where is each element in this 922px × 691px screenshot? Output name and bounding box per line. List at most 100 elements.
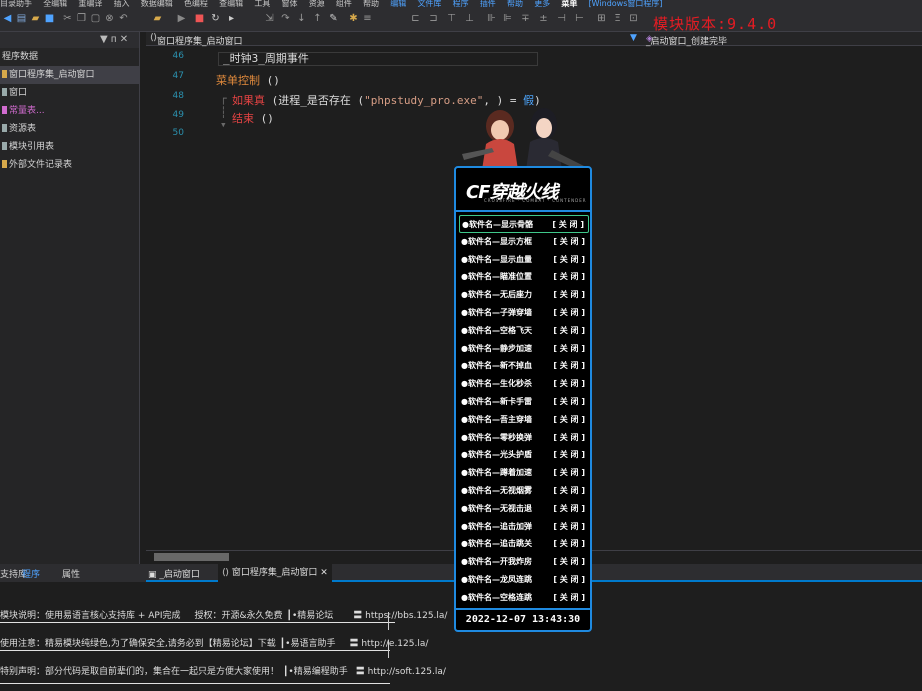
open-folder-icon[interactable]: ▰: [30, 13, 41, 24]
feature-toggle[interactable]: [ 关 闭 ]: [553, 357, 585, 375]
distribute-v-icon[interactable]: ⊫: [502, 13, 513, 24]
feature-toggle[interactable]: [ 关 闭 ]: [553, 286, 585, 304]
feature-toggle[interactable]: [ 关 闭 ]: [553, 233, 585, 251]
tree-item-window-assembly[interactable]: 窗口程序集_启动窗口: [0, 66, 139, 84]
output-link[interactable]: 〓 https://bbs.125.la/: [353, 611, 447, 621]
tab-properties[interactable]: 属性: [62, 567, 80, 580]
step-out-icon[interactable]: ↓: [296, 13, 307, 24]
align-top-icon[interactable]: ⊤: [446, 13, 457, 24]
feature-toggle[interactable]: [ 关 闭 ]: [553, 535, 585, 553]
undo-icon[interactable]: ↶: [118, 13, 129, 24]
feature-toggle[interactable]: [ 关 闭 ]: [553, 571, 585, 589]
menu-item[interactable]: 数据编辑: [141, 0, 173, 8]
feature-item[interactable]: ●软件名—吾主穿墙 [ 关 闭 ]: [459, 411, 589, 429]
step-into-icon[interactable]: ⇲: [264, 13, 275, 24]
feature-item[interactable]: ●软件名—龙凤连跳 [ 关 闭 ]: [459, 571, 589, 589]
menu-item-accent[interactable]: 程序: [453, 0, 469, 8]
feature-item[interactable]: ●软件名—空格飞天 [ 关 闭 ]: [459, 322, 589, 340]
menu-item[interactable]: 组件: [336, 0, 352, 8]
tree-item-module-refs[interactable]: 模块引用表: [0, 138, 139, 156]
cut-icon[interactable]: ✂: [62, 13, 73, 24]
feature-toggle[interactable]: [ 关 闭 ]: [553, 340, 585, 358]
feature-item[interactable]: ●软件名—静步加速 [ 关 闭 ]: [459, 340, 589, 358]
feature-item[interactable]: ●软件名—新卡手雷 [ 关 闭 ]: [459, 393, 589, 411]
step-icon[interactable]: ▸: [226, 13, 237, 24]
feature-toggle[interactable]: [ 关 闭 ]: [553, 251, 585, 269]
menu-item[interactable]: 目录助手: [0, 0, 32, 8]
back-icon[interactable]: ◀: [2, 13, 13, 24]
tab-window-assembly[interactable]: ⟨⟩ 窗口程序集_启动窗口 ✕: [218, 564, 332, 582]
tab-program[interactable]: 程序: [22, 567, 40, 580]
breakpoint-icon[interactable]: ↑: [312, 13, 323, 24]
comment-icon[interactable]: ≡: [362, 13, 373, 24]
new-file-icon[interactable]: ▤: [16, 13, 27, 24]
feature-item[interactable]: ●软件名—空格连跳 [ 关 闭 ]: [459, 589, 589, 607]
tree-item-external-files[interactable]: 外部文件记录表: [0, 156, 139, 174]
menu-item-accent[interactable]: 编辑: [390, 0, 406, 8]
feature-item[interactable]: ●软件名—显示方框 [ 关 闭 ]: [459, 233, 589, 251]
run-icon[interactable]: ▶: [176, 13, 187, 24]
menu-item-accent[interactable]: 帮助: [507, 0, 523, 8]
feature-toggle[interactable]: [ 关 闭 ]: [553, 589, 585, 607]
restart-icon[interactable]: ↻: [210, 13, 221, 24]
feature-toggle[interactable]: [ 关 闭 ]: [553, 429, 585, 447]
close-icon[interactable]: ✕: [320, 568, 328, 578]
save-icon[interactable]: ■: [44, 13, 55, 24]
panel-pin-controls[interactable]: ▼ ᴨ ✕: [100, 34, 128, 45]
bulb-icon[interactable]: ✱: [348, 13, 359, 24]
watch-icon[interactable]: ✎: [328, 13, 339, 24]
feature-item[interactable]: ●软件名—开我炸房 [ 关 闭 ]: [459, 553, 589, 571]
feature-toggle[interactable]: [ 关 闭 ]: [553, 482, 585, 500]
feature-item[interactable]: ●软件名—瞄准位置 [ 关 闭 ]: [459, 268, 589, 286]
tab-startup-window[interactable]: ▣ _启动窗口: [148, 567, 200, 580]
feature-item[interactable]: ●软件名—追击跳关 [ 关 闭 ]: [459, 535, 589, 553]
feature-toggle[interactable]: [ 关 闭 ]: [553, 411, 585, 429]
feature-toggle[interactable]: [ 关 闭 ]: [553, 375, 585, 393]
same-height-icon[interactable]: ⊢: [574, 13, 585, 24]
tree-item-constants[interactable]: 常量表...: [0, 102, 139, 120]
distribute-h-icon[interactable]: ⊪: [486, 13, 497, 24]
delete-icon[interactable]: ⊗: [104, 13, 115, 24]
feature-toggle[interactable]: [ 关 闭 ]: [553, 553, 585, 571]
align-left-icon[interactable]: ⊏: [410, 13, 421, 24]
output-link[interactable]: 〓 http://soft.125.la/: [356, 667, 446, 677]
feature-item[interactable]: ●软件名—显示骨骼 [ 关 闭 ]: [459, 215, 589, 233]
feature-item[interactable]: ●软件名—新不掉血 [ 关 闭 ]: [459, 357, 589, 375]
feature-toggle[interactable]: [ 关 闭 ]: [553, 518, 585, 536]
grid-icon[interactable]: ⊞: [596, 13, 607, 24]
paste-icon[interactable]: ▢: [90, 13, 101, 24]
center-v-icon[interactable]: ±: [538, 13, 549, 24]
feature-item[interactable]: ●软件名—零秒换弹 [ 关 闭 ]: [459, 429, 589, 447]
menu-item-accent[interactable]: 更多: [534, 0, 550, 8]
tree-item-resources[interactable]: 资源表: [0, 120, 139, 138]
menu-item[interactable]: 窗体: [282, 0, 298, 8]
feature-toggle[interactable]: [ 关 闭 ]: [552, 216, 584, 234]
feature-item[interactable]: ●软件名—无后座力 [ 关 闭 ]: [459, 286, 589, 304]
feature-item[interactable]: ●软件名—显示血量 [ 关 闭 ]: [459, 251, 589, 269]
menu-item[interactable]: 色编程: [184, 0, 208, 8]
menu-item[interactable]: 帮助: [363, 0, 379, 8]
center-h-icon[interactable]: ∓: [520, 13, 531, 24]
feature-item[interactable]: ●软件名—光头护盾 [ 关 闭 ]: [459, 446, 589, 464]
feature-toggle[interactable]: [ 关 闭 ]: [553, 393, 585, 411]
copy-icon[interactable]: ❐: [76, 13, 87, 24]
assembly-selector[interactable]: ⟨⟩ 窗口程序集_启动窗口: [150, 33, 243, 47]
tree-item-program-data[interactable]: 程序数据: [0, 48, 139, 66]
feature-toggle[interactable]: [ 关 闭 ]: [553, 500, 585, 518]
code-line-47[interactable]: 菜单控制 (): [216, 72, 280, 88]
feature-item[interactable]: ●软件名—蹲着加速 [ 关 闭 ]: [459, 464, 589, 482]
feature-item[interactable]: ●软件名—生化秒杀 [ 关 闭 ]: [459, 375, 589, 393]
feature-toggle[interactable]: [ 关 闭 ]: [553, 268, 585, 286]
scrollbar-thumb[interactable]: [154, 553, 229, 561]
feature-toggle[interactable]: [ 关 闭 ]: [553, 446, 585, 464]
tab-order-icon[interactable]: Ξ: [612, 13, 623, 24]
menu-item[interactable]: 重编译: [78, 0, 102, 8]
lock-icon[interactable]: ⊡: [628, 13, 639, 24]
feature-item[interactable]: ●软件名—无视击退 [ 关 闭 ]: [459, 500, 589, 518]
same-width-icon[interactable]: ⊣: [556, 13, 567, 24]
step-over-icon[interactable]: ↷: [280, 13, 291, 24]
align-right-icon[interactable]: ⊐: [428, 13, 439, 24]
code-line-46[interactable]: _时钟3_周期事件: [218, 52, 538, 66]
menu-item[interactable]: 插入: [114, 0, 130, 8]
menu-item[interactable]: 全编辑: [43, 0, 67, 8]
